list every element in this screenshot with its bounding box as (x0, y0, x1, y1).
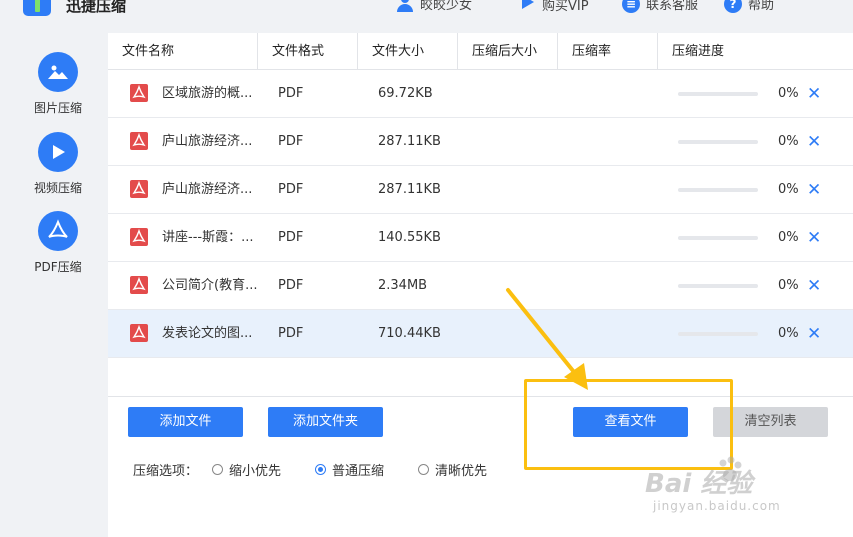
app-title: 迅捷压缩 (66, 0, 127, 15)
file-format: PDF (278, 278, 304, 293)
progress-percent: 0% (778, 86, 799, 101)
pdf-file-icon (130, 228, 148, 246)
file-size: 140.55KB (378, 230, 441, 245)
table-row[interactable]: 区域旅游的概... PDF 69.72KB 0% ✕ (108, 70, 853, 118)
app-header: 迅捷压缩 皎皎少女 购买VIP ≡ 联系客服 ? 帮助 (0, 0, 853, 20)
progress-percent: 0% (778, 278, 799, 293)
column-header-name: 文件名称 (108, 33, 258, 70)
file-format: PDF (278, 230, 304, 245)
help-label: 帮助 (748, 0, 775, 13)
file-size: 69.72KB (378, 86, 433, 101)
pdf-file-icon (130, 180, 148, 198)
sidebar-label-video: 视频压缩 (33, 181, 82, 195)
pdf-file-icon (130, 276, 148, 294)
file-size: 710.44KB (378, 326, 441, 341)
progress-percent: 0% (778, 134, 799, 149)
table-row[interactable]: 庐山旅游经济... PDF 287.11KB 0% ✕ (108, 118, 853, 166)
table-header: 文件名称 文件格式 文件大小 压缩后大小 压缩率 压缩进度 (108, 33, 853, 70)
progress-bar (678, 92, 758, 96)
delete-icon[interactable]: ✕ (807, 118, 821, 166)
file-format: PDF (278, 134, 304, 149)
file-name: 公司简介(教育... (162, 278, 258, 293)
list-divider (108, 396, 853, 397)
radio-smaller-size[interactable] (212, 464, 224, 475)
pdf-file-icon (130, 324, 148, 342)
watermark-url: jingyan.baidu.com (653, 499, 781, 513)
contact-service-label: 联系客服 (646, 0, 699, 13)
file-size: 287.11KB (378, 182, 441, 197)
contact-service-link[interactable]: ≡ 联系客服 (622, 0, 698, 13)
option-label: 清晰优先 (435, 464, 488, 479)
table-row[interactable]: 公司简介(教育... PDF 2.34MB 0% ✕ (108, 262, 853, 310)
vip-icon (520, 0, 536, 14)
progress-bar (678, 140, 758, 144)
option-label: 普通压缩 (332, 464, 385, 479)
progress-bar (678, 236, 758, 240)
sidebar-item-video-compress[interactable]: 视频压缩 (0, 132, 116, 196)
delete-icon[interactable]: ✕ (807, 70, 821, 118)
progress-bar (678, 284, 758, 288)
user-name: 皎皎少女 (420, 0, 473, 13)
pdf-icon (38, 211, 78, 251)
add-folder-button[interactable]: 添加文件夹 (268, 407, 383, 437)
option-normal[interactable]: 普通压缩 (315, 460, 384, 479)
file-format: PDF (278, 326, 304, 341)
user-icon (396, 0, 414, 13)
paw-icon (719, 456, 742, 481)
sidebar-label-pdf: PDF压缩 (34, 260, 82, 274)
delete-icon[interactable]: ✕ (807, 214, 821, 262)
column-header-progress: 压缩进度 (672, 44, 725, 59)
add-file-button[interactable]: 添加文件 (128, 407, 243, 437)
file-name: 讲座---斯霞：... (162, 230, 254, 245)
progress-percent: 0% (778, 230, 799, 245)
sidebar: 图片压缩 视频压缩 PDF压缩 (0, 20, 108, 537)
arrow-annotation (506, 288, 588, 390)
option-clarity[interactable]: 清晰优先 (418, 460, 487, 479)
pdf-file-icon (130, 84, 148, 102)
radio-clarity[interactable] (418, 464, 430, 475)
file-name: 庐山旅游经济... (162, 182, 253, 197)
app-logo-icon (23, 0, 51, 16)
column-header-ratio: 压缩率 (558, 33, 658, 70)
delete-icon[interactable]: ✕ (807, 166, 821, 214)
progress-bar (678, 332, 758, 336)
option-label: 缩小优先 (229, 464, 282, 479)
option-smaller-size[interactable]: 缩小优先 (212, 460, 281, 479)
progress-bar (678, 188, 758, 192)
column-header-format: 文件格式 (258, 33, 358, 70)
file-size: 2.34MB (378, 278, 428, 293)
compression-options-label: 压缩选项： (133, 464, 199, 479)
image-icon (38, 52, 78, 92)
table-row[interactable]: 讲座---斯霞：... PDF 140.55KB 0% ✕ (108, 214, 853, 262)
sidebar-item-image-compress[interactable]: 图片压缩 (0, 52, 116, 116)
file-size: 287.11KB (378, 134, 441, 149)
pdf-file-icon (130, 132, 148, 150)
file-name: 发表论文的图... (162, 326, 253, 341)
progress-percent: 0% (778, 326, 799, 341)
file-name: 庐山旅游经济... (162, 134, 253, 149)
column-header-size: 文件大小 (358, 33, 458, 70)
file-format: PDF (278, 182, 304, 197)
table-row-selected[interactable]: 发表论文的图... PDF 710.44KB 0% ✕ (108, 310, 853, 358)
file-name: 区域旅游的概... (162, 86, 253, 101)
user-menu[interactable]: 皎皎少女 (396, 0, 472, 13)
baidu-watermark: Bai 经验 jingyan.baidu.com (645, 455, 845, 537)
sidebar-item-pdf-compress[interactable]: PDF压缩 (0, 211, 116, 275)
radio-normal[interactable] (315, 464, 327, 475)
delete-icon[interactable]: ✕ (807, 310, 821, 358)
play-icon (38, 132, 78, 172)
chat-icon: ≡ (622, 0, 640, 13)
buy-vip-label: 购买VIP (542, 0, 589, 14)
help-link[interactable]: ? 帮助 (724, 0, 774, 13)
help-icon: ? (724, 0, 742, 13)
table-row[interactable]: 庐山旅游经济... PDF 287.11KB 0% ✕ (108, 166, 853, 214)
progress-percent: 0% (778, 182, 799, 197)
delete-icon[interactable]: ✕ (807, 262, 821, 310)
column-header-compressed-size: 压缩后大小 (458, 33, 558, 70)
file-format: PDF (278, 86, 304, 101)
sidebar-label-image: 图片压缩 (33, 101, 82, 115)
compression-options: 压缩选项： 缩小优先 普通压缩 清晰优先 (133, 460, 521, 479)
buy-vip-link[interactable]: 购买VIP (520, 0, 589, 14)
